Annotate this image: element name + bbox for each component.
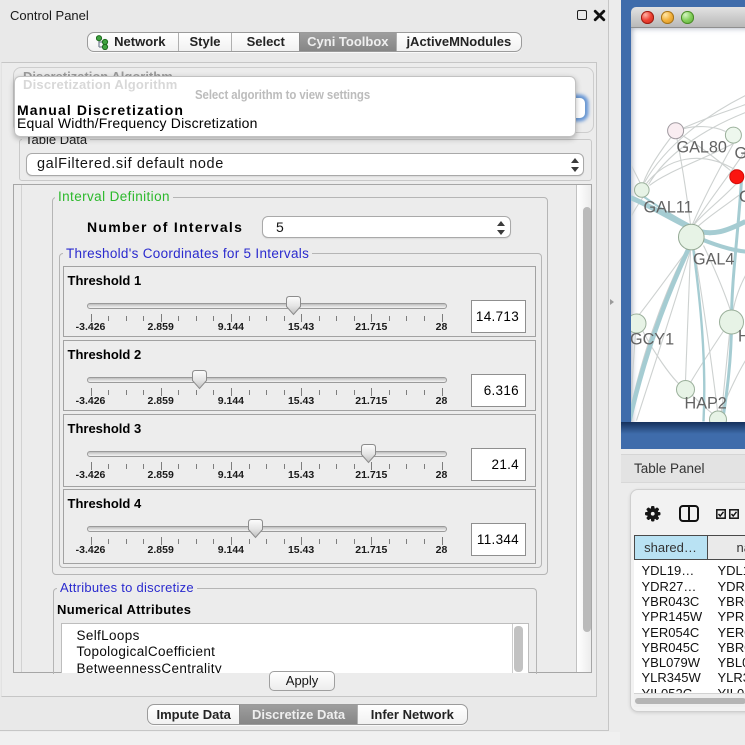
svg-text:GA: GA [734,144,745,162]
svg-text:GCY1: GCY1 [631,330,674,348]
svg-text:HAP2: HAP2 [684,394,726,412]
svg-text:C: C [739,188,745,206]
svg-text:H: H [738,327,745,345]
svg-text:GAL80: GAL80 [676,138,726,156]
svg-text:GAL11: GAL11 [643,198,692,216]
svg-text:GAL4: GAL4 [693,250,734,268]
